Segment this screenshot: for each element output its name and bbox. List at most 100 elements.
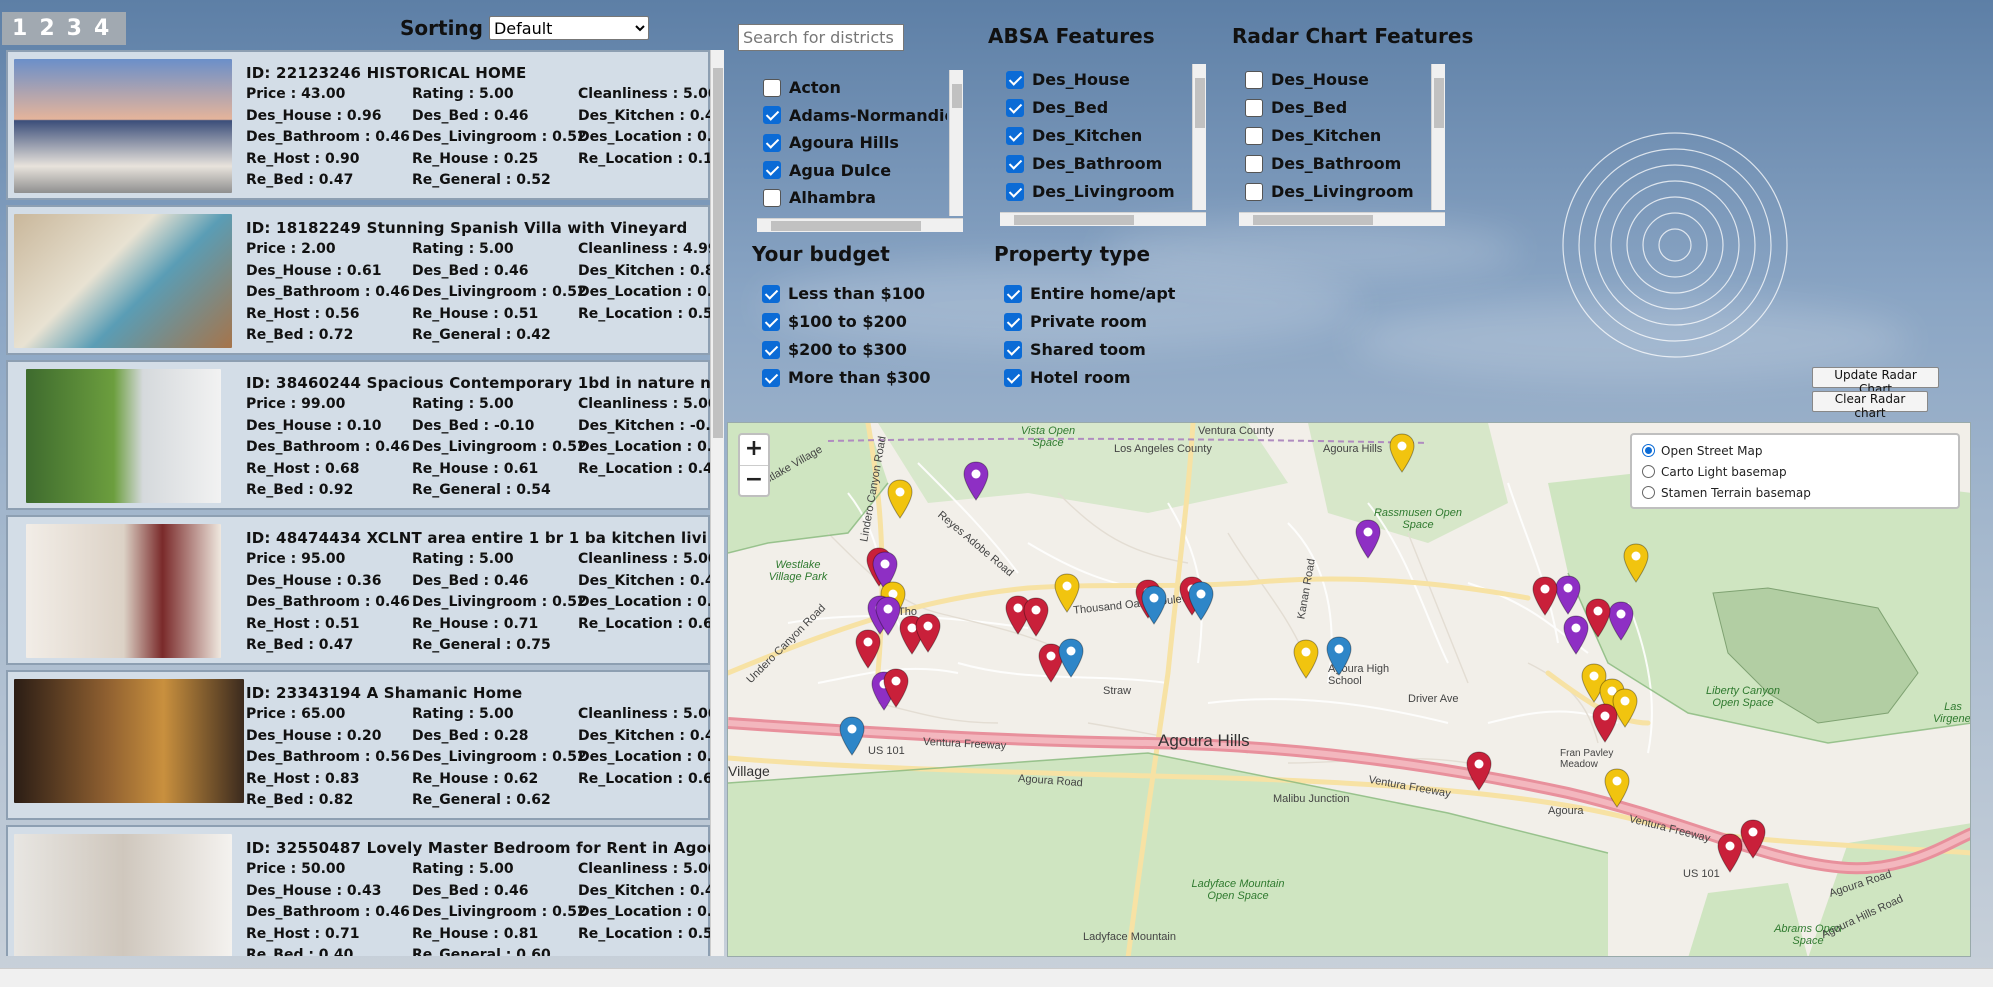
radar-feature-option[interactable]: Des_House <box>1245 70 1369 89</box>
blue-map-marker[interactable] <box>1188 581 1214 621</box>
district-checkbox[interactable] <box>763 78 781 97</box>
budget-checkbox[interactable] <box>762 368 780 387</box>
listing-photo[interactable] <box>14 59 232 193</box>
basemap-radio[interactable] <box>1642 465 1655 478</box>
radar-vscroll[interactable] <box>1431 64 1445 210</box>
page-horizontal-scrollbar[interactable] <box>0 968 1993 987</box>
basemap-option[interactable]: Open Street Map <box>1642 440 1948 461</box>
absa-feature-checkbox[interactable] <box>1006 154 1024 173</box>
listing-card[interactable]: ID: 18182249 Stunning Spanish Villa with… <box>6 205 710 355</box>
listing-photo[interactable] <box>14 834 232 956</box>
absa-feature-checkbox[interactable] <box>1006 98 1024 117</box>
listing-card[interactable]: ID: 48474434 XCLNT area entire 1 br 1 ba… <box>6 515 710 665</box>
district-option[interactable]: Alhambra <box>763 188 876 207</box>
red-map-marker[interactable] <box>855 629 881 669</box>
clear-radar-button[interactable]: Clear Radar chart <box>1812 391 1928 420</box>
blue-map-marker[interactable] <box>839 716 865 756</box>
red-map-marker[interactable] <box>915 613 941 653</box>
red-map-marker[interactable] <box>1466 751 1492 791</box>
zoom-in-button[interactable]: + <box>740 435 768 465</box>
page-4-link[interactable]: 4 <box>94 16 109 41</box>
listing-photo[interactable] <box>26 369 221 503</box>
map-view[interactable]: Agoura Hills Westlake Village Park Villa… <box>727 422 1971 957</box>
page-2-link[interactable]: 2 <box>39 16 54 41</box>
yellow-map-marker[interactable] <box>1623 543 1649 583</box>
listing-photo[interactable] <box>26 524 221 658</box>
radar-feature-option[interactable]: Des_Bed <box>1245 98 1347 117</box>
property-type-option[interactable]: Shared toom <box>1004 340 1146 359</box>
absa-feature-option[interactable]: Des_Livingroom <box>1006 182 1175 201</box>
district-option[interactable]: Agoura Hills <box>763 133 899 152</box>
absa-feature-option[interactable]: Des_Bed <box>1006 98 1108 117</box>
radar-feature-checkbox[interactable] <box>1245 70 1263 89</box>
sorting-select[interactable]: Default <box>488 16 649 40</box>
district-vscroll[interactable] <box>949 70 963 216</box>
listing-card[interactable]: ID: 32550487 Lovely Master Bedroom for R… <box>6 825 710 956</box>
yellow-map-marker[interactable] <box>1293 639 1319 679</box>
yellow-map-marker[interactable] <box>887 479 913 519</box>
absa-feature-option[interactable]: Des_Bathroom <box>1006 154 1162 173</box>
red-map-marker[interactable] <box>1717 833 1743 873</box>
district-hscroll[interactable] <box>757 218 963 232</box>
listing-scrollbar[interactable] <box>710 50 724 956</box>
radar-feature-option[interactable]: Des_Bathroom <box>1245 154 1401 173</box>
listing-card[interactable]: ID: 23343194 A Shamanic Home Price : 65.0… <box>6 670 710 820</box>
budget-checkbox[interactable] <box>762 340 780 359</box>
absa-hscroll-thumb[interactable] <box>1014 215 1134 225</box>
page-1-link[interactable]: 1 <box>12 16 27 41</box>
absa-feature-option[interactable]: Des_Kitchen <box>1006 126 1142 145</box>
budget-option[interactable]: $200 to $300 <box>762 340 907 359</box>
district-option[interactable]: Agua Dulce <box>763 161 891 180</box>
radar-hscroll-thumb[interactable] <box>1253 215 1373 225</box>
district-option[interactable]: Acton <box>763 78 841 97</box>
property-type-checkbox[interactable] <box>1004 340 1022 359</box>
district-scroll-thumb[interactable] <box>952 84 962 108</box>
district-checkbox[interactable] <box>763 161 781 179</box>
property-type-checkbox[interactable] <box>1004 284 1022 303</box>
blue-map-marker[interactable] <box>1326 636 1352 676</box>
property-type-checkbox[interactable] <box>1004 368 1022 387</box>
district-checkbox[interactable] <box>763 106 781 124</box>
district-checkbox[interactable] <box>763 188 781 207</box>
radar-feature-checkbox[interactable] <box>1245 126 1263 145</box>
yellow-map-marker[interactable] <box>1054 573 1080 613</box>
update-radar-button[interactable]: Update Radar Chart <box>1812 367 1939 396</box>
absa-feature-checkbox[interactable] <box>1006 126 1024 145</box>
absa-scroll-thumb[interactable] <box>1195 78 1205 128</box>
listing-card[interactable]: ID: 38460244 Spacious Contemporary 1bd i… <box>6 360 710 510</box>
red-map-marker[interactable] <box>1592 703 1618 743</box>
radar-feature-checkbox[interactable] <box>1245 182 1263 201</box>
property-type-option[interactable]: Entire home/apt <box>1004 284 1175 303</box>
property-type-option[interactable]: Private room <box>1004 312 1147 331</box>
absa-hscroll[interactable] <box>1000 212 1206 226</box>
purple-map-marker[interactable] <box>1555 575 1581 615</box>
blue-map-marker[interactable] <box>1141 585 1167 625</box>
listing-card[interactable]: ID: 22123246 HISTORICAL HOME Price : 43.0… <box>6 50 710 200</box>
listing-photo[interactable] <box>14 679 244 803</box>
basemap-option[interactable]: Carto Light basemap <box>1642 461 1948 482</box>
yellow-map-marker[interactable] <box>1604 768 1630 808</box>
district-search-input[interactable] <box>738 24 904 51</box>
budget-checkbox[interactable] <box>762 312 780 331</box>
red-map-marker[interactable] <box>1023 597 1049 637</box>
district-checkbox[interactable] <box>763 133 781 152</box>
district-option[interactable]: Adams-Normandie <box>763 106 947 125</box>
property-type-option[interactable]: Hotel room <box>1004 368 1130 387</box>
basemap-radio[interactable] <box>1642 486 1655 499</box>
budget-option[interactable]: Less than $100 <box>762 284 925 303</box>
radar-feature-option[interactable]: Des_Kitchen <box>1245 126 1381 145</box>
absa-feature-checkbox[interactable] <box>1006 70 1024 89</box>
budget-checkbox[interactable] <box>762 284 780 303</box>
absa-vscroll[interactable] <box>1192 64 1206 210</box>
radar-feature-checkbox[interactable] <box>1245 98 1263 117</box>
red-map-marker[interactable] <box>1585 598 1611 638</box>
purple-map-marker[interactable] <box>1355 519 1381 559</box>
radar-feature-option[interactable]: Des_Livingroom <box>1245 182 1414 201</box>
radar-hscroll[interactable] <box>1239 212 1445 226</box>
red-map-marker[interactable] <box>1740 819 1766 859</box>
basemap-radio[interactable] <box>1642 444 1655 457</box>
budget-option[interactable]: More than $300 <box>762 368 931 387</box>
yellow-map-marker[interactable] <box>1389 433 1415 473</box>
blue-map-marker[interactable] <box>1058 638 1084 678</box>
listing-scroll-thumb[interactable] <box>713 68 723 438</box>
